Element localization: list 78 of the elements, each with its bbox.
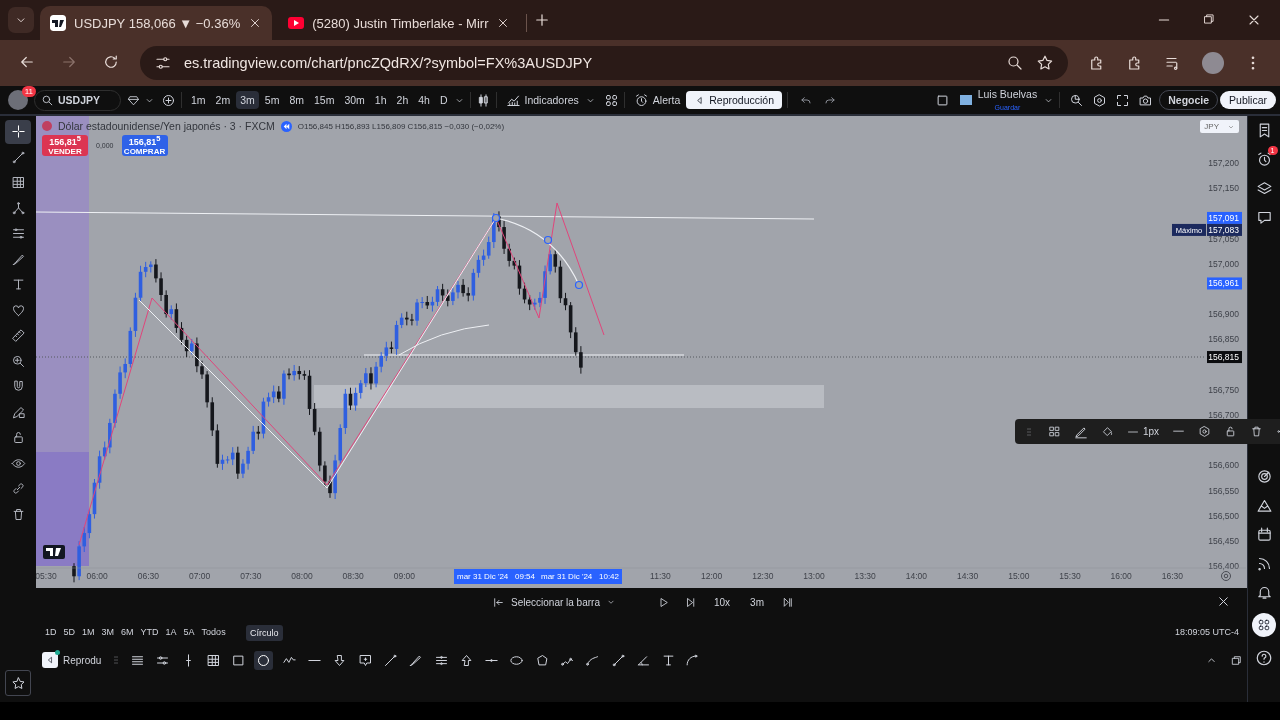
range-button[interactable]: 6M <box>118 625 137 639</box>
time-tick: 08:00 <box>291 571 313 581</box>
time-tick: 16:00 <box>1110 571 1132 581</box>
browser-tab[interactable]: (5280) Justin Timberlake - Mirr <box>278 6 521 40</box>
price-tick: 157,050 <box>1208 233 1239 244</box>
time-tick: 08:30 <box>342 571 364 581</box>
browser-tab[interactable]: USDJPY 158,066 ▼ −0.36% <box>40 6 273 40</box>
time-tick: 05:30 <box>36 571 57 581</box>
replay-button[interactable]: Reproducción <box>686 91 783 109</box>
tooltip: Círculo <box>246 625 283 641</box>
price-tick: 156,900 <box>1208 309 1239 320</box>
time-tick: 09:00 <box>393 571 416 581</box>
time-tick: 13:00 <box>803 571 825 581</box>
sell-button[interactable]: 156,81$^{5}$ VENDER <box>42 135 88 156</box>
interval-button[interactable]: 30m <box>340 91 369 109</box>
time-tick: 06:30 <box>137 571 160 581</box>
price-tick: 156,450 <box>1208 536 1239 546</box>
time-tick: 14:00 <box>905 571 928 581</box>
time-tick: 12:00 <box>700 571 723 581</box>
time-label: mar 31 Dic '24 10:42 <box>538 569 622 584</box>
interval-button[interactable]: 2h <box>392 91 413 109</box>
price-tick: 156,600 <box>1208 460 1239 471</box>
select-bar-button[interactable]: Seleccionar la barra <box>489 593 619 611</box>
price-tick: 157,000 <box>1208 258 1239 269</box>
buy-button[interactable]: 156,81$^{5}$ COMPRAR <box>121 135 168 156</box>
price-label: 156,815 <box>1207 351 1242 364</box>
time-tick: 15:30 <box>1059 571 1081 581</box>
interval-button[interactable]: 15m <box>310 91 339 109</box>
interval-button[interactable]: 1h <box>370 91 391 109</box>
time-label: mar 31 Dic '24 09:54 <box>454 569 538 584</box>
time-tick: 11:30 <box>650 571 671 581</box>
price-tick: 156,700 <box>1208 410 1239 420</box>
price-label: 156,961 <box>1207 277 1242 290</box>
range-button[interactable]: 5A <box>180 625 198 639</box>
publish-button[interactable]: Publicar <box>1220 91 1276 109</box>
range-button[interactable]: 3M <box>98 625 118 639</box>
price-label: 157,091 <box>1207 211 1242 224</box>
price-tick: 156,750 <box>1208 384 1239 395</box>
range-button[interactable]: 1A <box>162 625 180 639</box>
interval-button[interactable]: 3m <box>236 91 259 109</box>
interval-button[interactable]: 8m <box>285 91 308 109</box>
interval-button[interactable]: 5m <box>260 91 284 109</box>
time-tick: 06:00 <box>86 571 108 581</box>
ohlc-values: O156,845 H156,893 L156,809 C156,815 −0,030 (−0,02%) <box>297 121 505 131</box>
price-tick: 156,550 <box>1208 485 1239 496</box>
currency-dropdown[interactable]: JPY <box>1200 120 1239 133</box>
line-width-button[interactable]: 1px <box>1127 426 1160 437</box>
interval-button[interactable]: 1m <box>187 91 210 109</box>
time-tick: 14:30 <box>956 571 979 581</box>
time-tick: 07:30 <box>240 571 262 581</box>
time-tick: 07:00 <box>188 571 211 581</box>
indicators-button[interactable]: Indicadores <box>501 89 583 111</box>
symbol-title: Dólar estadounidense/Yen japonés · 3 · FXCM <box>58 120 275 132</box>
price-tick: 156,500 <box>1208 510 1239 521</box>
range-button[interactable]: 1D <box>42 625 60 639</box>
replay-interval-button[interactable]: 3m <box>747 594 767 610</box>
time-tick: 13:30 <box>854 571 876 581</box>
interval-button[interactable]: D <box>435 91 452 109</box>
clock-text[interactable]: 18:09:05 UTC-4 <box>1174 627 1247 637</box>
address-bar[interactable]: es.tradingview.com/chart/pncZQdRX/?symbol=FX%3AUSDJPY <box>140 46 1068 80</box>
speed-button[interactable]: 10x <box>710 594 734 610</box>
price-tick: 157,200 <box>1208 158 1239 168</box>
price-tick: 156,400 <box>1208 561 1239 572</box>
url-text: es.tradingview.com/chart/pncZQdRX/?symbol=FX%3AUSDJPY <box>184 55 594 71</box>
price-tick: 157,150 <box>1208 183 1239 194</box>
alert-button[interactable]: Alerta <box>629 89 685 111</box>
range-button[interactable]: 1M <box>79 625 98 639</box>
time-tick: 12:30 <box>752 571 774 581</box>
price-tick: 156,850 <box>1208 334 1239 345</box>
interval-button[interactable]: 4h <box>414 91 434 109</box>
time-tick: 15:00 <box>1008 571 1030 581</box>
range-button[interactable]: Todos <box>198 625 229 639</box>
interval-button[interactable]: 2m <box>211 91 235 109</box>
range-button[interactable]: YTD <box>137 625 162 639</box>
notification-badge: 11 <box>21 86 36 97</box>
time-tick: 16:30 <box>1161 571 1184 581</box>
replay-tab[interactable]: Reprodu <box>40 652 104 668</box>
range-button[interactable]: 5D <box>60 625 79 639</box>
